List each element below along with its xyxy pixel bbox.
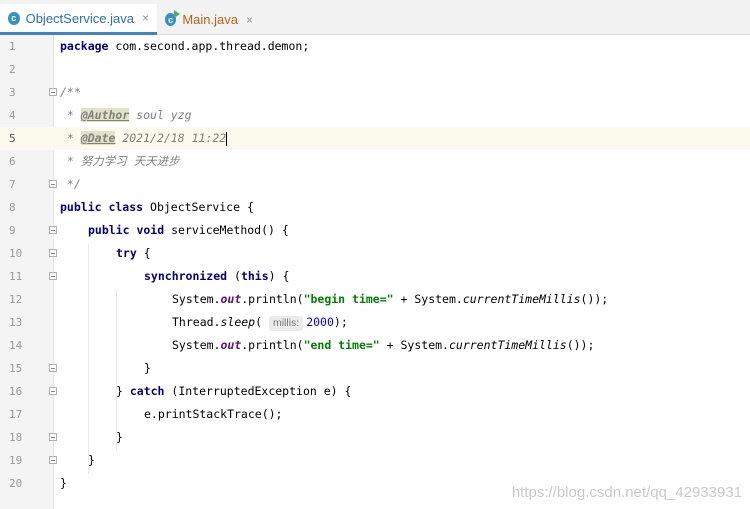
code-text: e.printStackTrace(); [144, 407, 283, 421]
line-number: 11 [9, 270, 23, 283]
code-line-current[interactable]: 5 * @Date 2021/2/18 11:22 [0, 127, 750, 150]
line-number: 12 [9, 293, 23, 306]
line-number: 17 [9, 408, 23, 421]
code-text: * @Date 2021/2/18 11:22 [60, 131, 228, 146]
code-line[interactable]: 12 System.out.println("begin time=" + Sy… [0, 288, 750, 311]
fold-toggle-icon[interactable] [49, 364, 57, 372]
code-line[interactable]: 6 * 努力学习 天天进步 [0, 150, 750, 173]
code-line[interactable]: 8 public class ObjectService { [0, 196, 750, 219]
code-text: } [60, 476, 67, 490]
code-line[interactable]: 13 Thread.sleep( millis: 2000); [0, 311, 750, 334]
close-icon[interactable]: × [246, 13, 253, 27]
code-text: public class ObjectService { [60, 200, 254, 214]
code-line[interactable]: 18 } [0, 426, 750, 449]
code-text: System.out.println("begin time=" + Syste… [172, 292, 609, 306]
line-number: 5 [0, 127, 54, 150]
line-number: 10 [9, 247, 23, 260]
code-line[interactable]: 3 /** [0, 81, 750, 104]
code-text: */ [60, 177, 81, 191]
code-line[interactable]: 11 synchronized (this) { [0, 265, 750, 288]
line-number: 19 [9, 454, 23, 467]
code-line[interactable]: 1 package com.second.app.thread.demon; [0, 35, 750, 58]
code-line[interactable]: 9 public void serviceMethod() { [0, 219, 750, 242]
fold-toggle-icon[interactable] [49, 88, 57, 96]
watermark: https://blog.csdn.net/qq_42933931 [511, 484, 742, 501]
code-line[interactable]: 14 System.out.println("end time=" + Syst… [0, 334, 750, 357]
runnable-class-icon: c [165, 10, 181, 26]
line-number: 4 [9, 109, 16, 122]
class-icon: c [8, 11, 20, 25]
tab-label: ObjectService.java [25, 10, 134, 26]
fold-toggle-icon[interactable] [49, 249, 57, 257]
code-line[interactable]: 10 try { [0, 242, 750, 265]
code-text: /** [60, 85, 81, 99]
code-text: } [88, 453, 95, 467]
tab-main-java[interactable]: c Main.java × [157, 4, 261, 35]
line-number: 13 [9, 316, 23, 329]
fold-toggle-icon[interactable] [49, 180, 57, 188]
line-number: 9 [9, 224, 16, 237]
code-line[interactable]: 2 [0, 58, 750, 81]
code-line[interactable]: 17 e.printStackTrace(); [0, 403, 750, 426]
code-text: } catch (InterruptedException e) { [116, 384, 352, 398]
class-icon-letter: c [168, 14, 174, 25]
code-text: } [116, 430, 123, 444]
code-editor[interactable]: 1 package com.second.app.thread.demon; 2… [0, 35, 750, 509]
code-line[interactable]: 19 } [0, 449, 750, 472]
line-number: 2 [9, 63, 16, 76]
line-number: 7 [9, 178, 16, 191]
code-text: * 努力学习 天天进步 [60, 154, 180, 168]
code-text: Thread.sleep( millis: 2000); [172, 315, 348, 331]
close-icon[interactable]: × [142, 11, 149, 25]
line-number: 20 [9, 477, 23, 490]
fold-toggle-icon[interactable] [49, 387, 57, 395]
code-line[interactable]: 7 */ [0, 173, 750, 196]
code-line[interactable]: 4 * @Author soul yzg [0, 104, 750, 127]
code-text: } [144, 361, 151, 375]
code-text: try { [116, 246, 151, 260]
code-text: * @Author soul yzg [60, 108, 192, 122]
parameter-hint: millis: [268, 316, 304, 331]
line-number: 6 [9, 155, 16, 168]
code-line[interactable]: 15 } [0, 357, 750, 380]
fold-toggle-icon[interactable] [49, 433, 57, 441]
editor-tab-bar: c ObjectService.java × c Main.java × [0, 0, 750, 35]
line-number: 16 [9, 385, 23, 398]
tab-label: Main.java [182, 12, 238, 27]
run-badge-icon [174, 10, 181, 18]
line-number: 18 [9, 431, 23, 444]
line-number: 3 [9, 86, 16, 99]
code-text: synchronized (this) { [144, 269, 290, 283]
fold-toggle-icon[interactable] [49, 456, 57, 464]
code-line[interactable]: 16 } catch (InterruptedException e) { [0, 380, 750, 403]
text-caret [226, 131, 228, 146]
line-number: 14 [9, 339, 23, 352]
line-number: 15 [9, 362, 23, 375]
code-text: System.out.println("end time=" + System.… [172, 338, 595, 352]
code-text: package com.second.app.thread.demon; [60, 39, 310, 53]
tab-objectservice-java[interactable]: c ObjectService.java × [0, 4, 157, 35]
code-text: public void serviceMethod() { [88, 223, 289, 237]
fold-toggle-icon[interactable] [49, 226, 57, 234]
line-number: 8 [9, 201, 16, 214]
line-number: 1 [9, 40, 16, 53]
fold-toggle-icon[interactable] [49, 272, 57, 280]
